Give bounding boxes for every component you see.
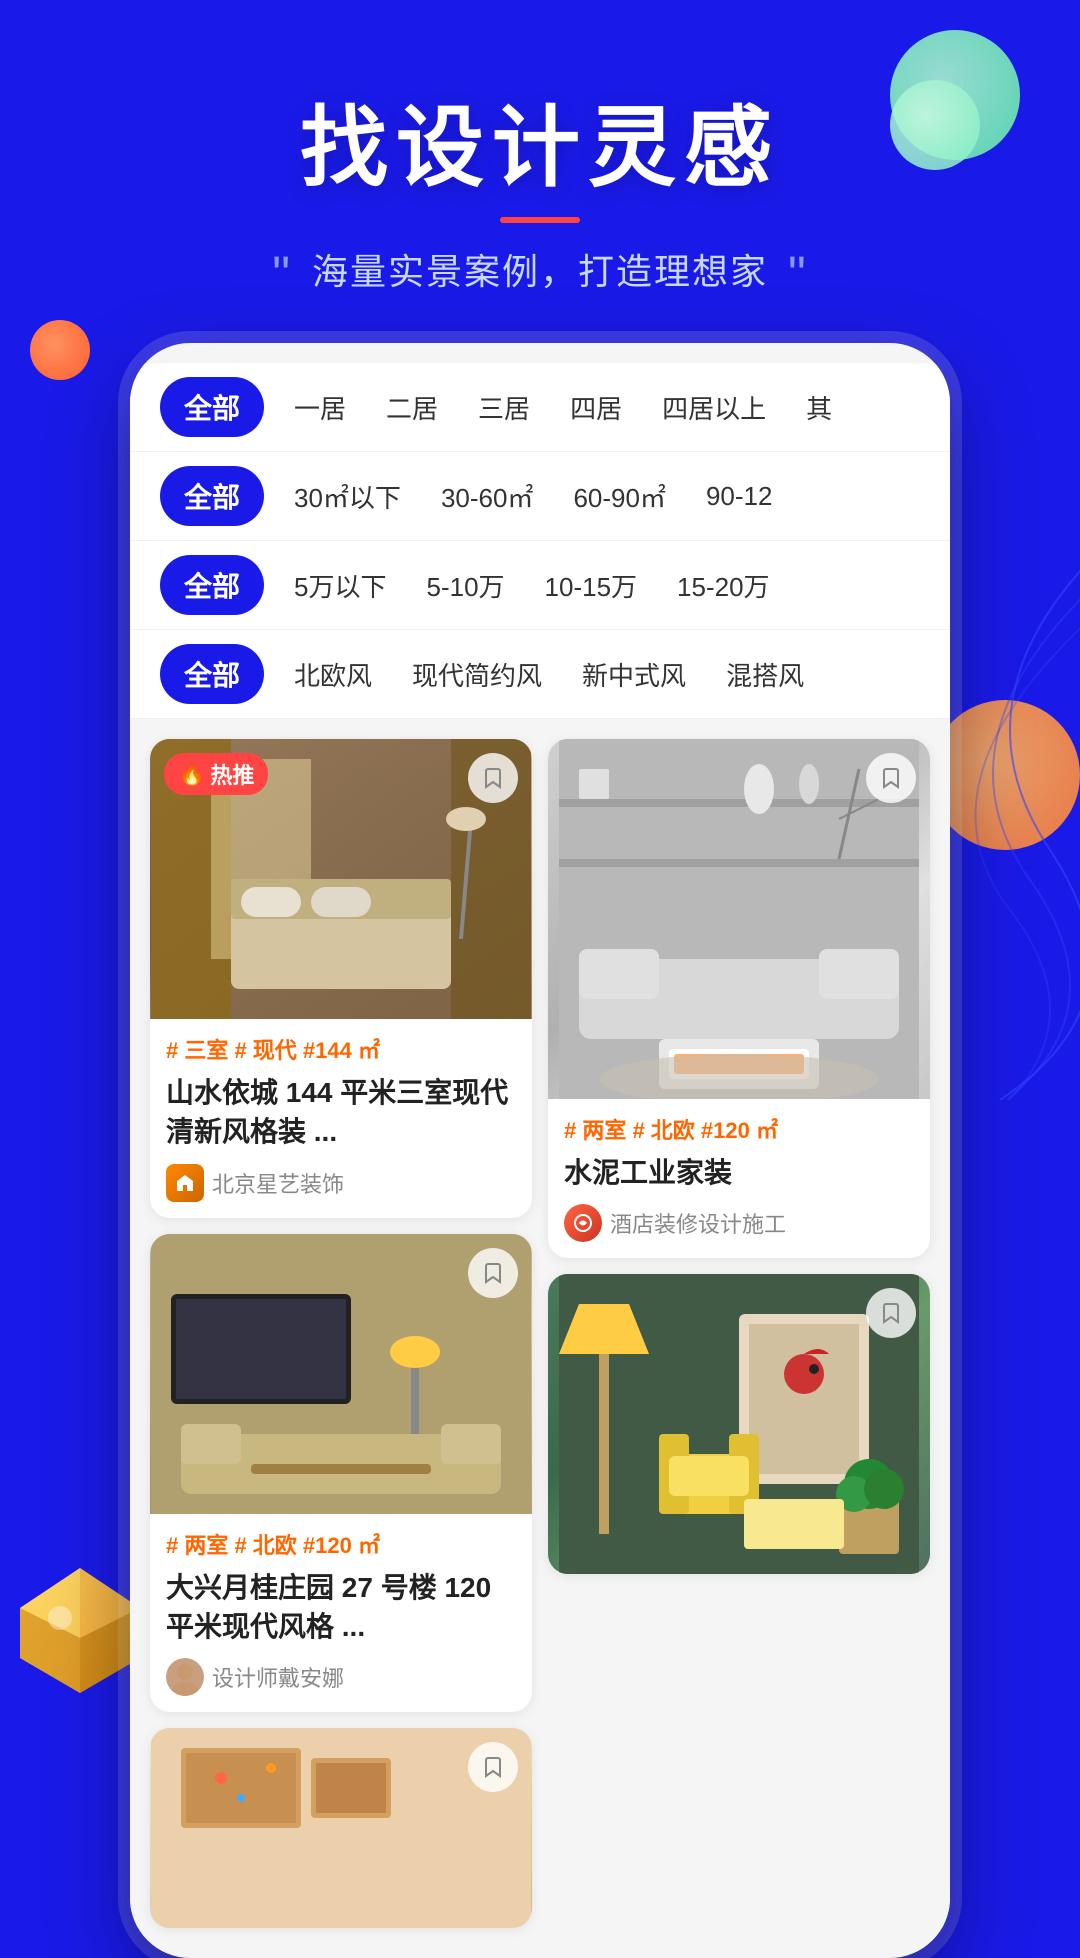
card-1-bookmark[interactable] <box>468 753 518 803</box>
filter-all-area[interactable]: 全部 <box>160 466 264 526</box>
card-3-tags: # 两室 # 北欧 #120 ㎡ <box>166 1528 516 1560</box>
card-1-tags: # 三室 # 现代 #144 ㎡ <box>166 1033 516 1065</box>
filter-row-budget: 全部 5万以下 5-10万 10-15万 15-20万 <box>130 541 950 630</box>
filter-all-room[interactable]: 全部 <box>160 377 264 437</box>
page-title: 找设计灵感 <box>0 100 1080 197</box>
quote-left-icon: " <box>272 246 292 302</box>
page-subtitle: " 海量实景案例，打造理想家 " <box>0 243 1080 303</box>
card-4[interactable] <box>548 1274 930 1574</box>
card-2-author-name: 酒店装修设计施工 <box>610 1207 786 1239</box>
phone-mockup: 全部 一居 二居 三居 四居 四居以上 其 全部 30㎡以下 30-60㎡ 60… <box>130 343 950 1958</box>
left-column: 🔥 热推 # 三室 # 现代 #144 ㎡ 山水依城 144 <box>150 739 532 1928</box>
card-1-image-wrap: 🔥 热推 <box>150 739 532 1019</box>
masonry-grid: 🔥 热推 # 三室 # 现代 #144 ㎡ 山水依城 144 <box>150 739 930 1928</box>
card-2[interactable]: # 两室 # 北欧 #120 ㎡ 水泥工业家装 酒店装修设计施工 <box>548 739 930 1258</box>
card-5[interactable] <box>150 1728 532 1928</box>
filter-row-style: 全部 北欧风 现代简约风 新中式风 混搭风 <box>130 630 950 719</box>
card-1-author-logo <box>166 1164 204 1202</box>
card-1[interactable]: 🔥 热推 # 三室 # 现代 #144 ㎡ 山水依城 144 <box>150 739 532 1217</box>
header: 找设计灵感 " 海量实景案例，打造理想家 " <box>0 0 1080 343</box>
filter-row-area: 全部 30㎡以下 30-60㎡ 60-90㎡ 90-12 <box>130 452 950 541</box>
filter-tag-siju-plus[interactable]: 四居以上 <box>652 381 776 434</box>
card-2-author: 酒店装修设计施工 <box>564 1204 914 1242</box>
fire-icon: 🔥 <box>178 761 205 787</box>
title-divider <box>500 217 580 223</box>
filter-all-style[interactable]: 全部 <box>160 644 264 704</box>
filter-tag-mix[interactable]: 混搭风 <box>716 648 814 701</box>
quote-right-icon: " <box>788 246 808 302</box>
card-2-image-wrap <box>548 739 930 1099</box>
filter-tag-siju[interactable]: 四居 <box>560 381 632 434</box>
card-2-tags: # 两室 # 北欧 #120 ㎡ <box>564 1113 914 1145</box>
card-2-bookmark[interactable] <box>866 753 916 803</box>
filter-tag-sanju[interactable]: 三居 <box>468 381 540 434</box>
filter-tag-30below[interactable]: 30㎡以下 <box>284 470 411 523</box>
filter-tag-90-120[interactable]: 90-12 <box>696 473 783 520</box>
card-2-body: # 两室 # 北欧 #120 ㎡ 水泥工业家装 酒店装修设计施工 <box>548 1099 930 1258</box>
card-3[interactable]: # 两室 # 北欧 #120 ㎡ 大兴月桂庄园 27 号楼 120 平米现代风格… <box>150 1234 532 1712</box>
card-2-title: 水泥工业家装 <box>564 1153 914 1192</box>
filter-tag-modern[interactable]: 现代简约风 <box>402 648 552 701</box>
content-area: 🔥 热推 # 三室 # 现代 #144 ㎡ 山水依城 144 <box>130 719 950 1928</box>
filter-all-budget[interactable]: 全部 <box>160 555 264 615</box>
phone-mockup-container: 全部 一居 二居 三居 四居 四居以上 其 全部 30㎡以下 30-60㎡ 60… <box>130 343 950 1958</box>
filter-tag-yiju[interactable]: 一居 <box>284 381 356 434</box>
card-1-author: 北京星艺装饰 <box>166 1164 516 1202</box>
filter-tag-60-90[interactable]: 60-90㎡ <box>563 470 676 523</box>
card-3-bookmark[interactable] <box>468 1248 518 1298</box>
card-1-body: # 三室 # 现代 #144 ㎡ 山水依城 144 平米三室现代清新风格装 ..… <box>150 1019 532 1217</box>
hot-badge: 🔥 热推 <box>164 753 268 795</box>
filter-tag-15-20w[interactable]: 15-20万 <box>667 559 780 612</box>
right-column: # 两室 # 北欧 #120 ㎡ 水泥工业家装 酒店装修设计施工 <box>548 739 930 1928</box>
card-3-title: 大兴月桂庄园 27 号楼 120 平米现代风格 ... <box>166 1568 516 1646</box>
card-2-author-logo <box>564 1204 602 1242</box>
card-1-title: 山水依城 144 平米三室现代清新风格装 ... <box>166 1073 516 1151</box>
filter-section: 全部 一居 二居 三居 四居 四居以上 其 全部 30㎡以下 30-60㎡ 60… <box>130 363 950 719</box>
filter-tag-other[interactable]: 其 <box>796 381 842 434</box>
filter-tag-5-10w[interactable]: 5-10万 <box>416 559 514 612</box>
card-3-author: 设计师戴安娜 <box>166 1658 516 1696</box>
card-3-author-logo <box>166 1658 204 1696</box>
filter-tag-5w-below[interactable]: 5万以下 <box>284 559 396 612</box>
bg-decoration-circle-orange-2 <box>930 700 1080 850</box>
filter-tag-erju[interactable]: 二居 <box>376 381 448 434</box>
filter-tag-30-60[interactable]: 30-60㎡ <box>431 470 544 523</box>
card-3-body: # 两室 # 北欧 #120 ㎡ 大兴月桂庄园 27 号楼 120 平米现代风格… <box>150 1514 532 1712</box>
filter-row-room-type: 全部 一居 二居 三居 四居 四居以上 其 <box>130 363 950 452</box>
card-3-image-wrap <box>150 1234 532 1514</box>
card-5-bookmark[interactable] <box>468 1742 518 1792</box>
filter-tag-nordic[interactable]: 北欧风 <box>284 648 382 701</box>
filter-tag-10-15w[interactable]: 10-15万 <box>535 559 648 612</box>
card-5-image-wrap <box>150 1728 532 1928</box>
card-1-author-name: 北京星艺装饰 <box>212 1167 344 1199</box>
card-3-author-name: 设计师戴安娜 <box>212 1661 344 1693</box>
filter-tag-chinese[interactable]: 新中式风 <box>572 648 696 701</box>
card-4-image-wrap <box>548 1274 930 1574</box>
